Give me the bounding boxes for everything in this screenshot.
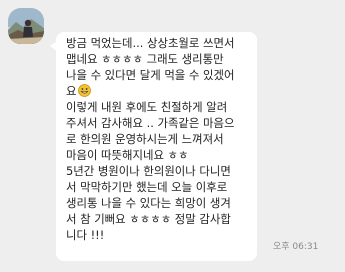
message-line: 주셔서 감사해요 .. 가족같은 마음으 xyxy=(66,116,235,130)
message-line: 생리통 나을 수 있다는 희망이 생겨 xyxy=(66,196,231,210)
message-bubble[interactable]: 방금 먹었는데... 상상초월로 쓰면서 맵네요 ㅎㅎㅎㅎ 그래도 생리통만 나… xyxy=(50,32,257,261)
grinning-face-icon xyxy=(78,84,92,99)
message-line: 서 막막하기만 했는데 오늘 이후로 xyxy=(66,180,228,194)
message-line-with-emoji: 요 xyxy=(66,83,253,99)
message-timestamp: 오후 06:31 xyxy=(273,242,319,252)
message-line: 서 참 기뻐요 ㅎㅎㅎㅎ 정말 감사합 xyxy=(66,212,231,226)
message-line: 맵네요 ㅎㅎㅎㅎ 그래도 생리통만 xyxy=(66,52,224,66)
profile-photo xyxy=(8,8,44,44)
message-line: 로 한의원 운영하시는게 느껴져서 xyxy=(66,132,224,146)
message-line: 방금 먹었는데... 상상초월로 쓰면서 xyxy=(66,36,235,50)
message-line-text: 요 xyxy=(66,84,77,98)
message-line: 이렇게 내원 후에도 친절하게 알려 xyxy=(66,100,228,114)
message-line: 5년간 병원이나 한의원이나 다니면 xyxy=(66,164,231,178)
message-line: 마음이 따뜻해지네요 ㅎㅎ xyxy=(66,148,189,162)
message-line: 나을 수 있다면 달게 먹을 수 있겠어 xyxy=(66,68,235,82)
message-line: 니다 !!! xyxy=(66,228,105,242)
sender-avatar[interactable] xyxy=(8,8,44,44)
